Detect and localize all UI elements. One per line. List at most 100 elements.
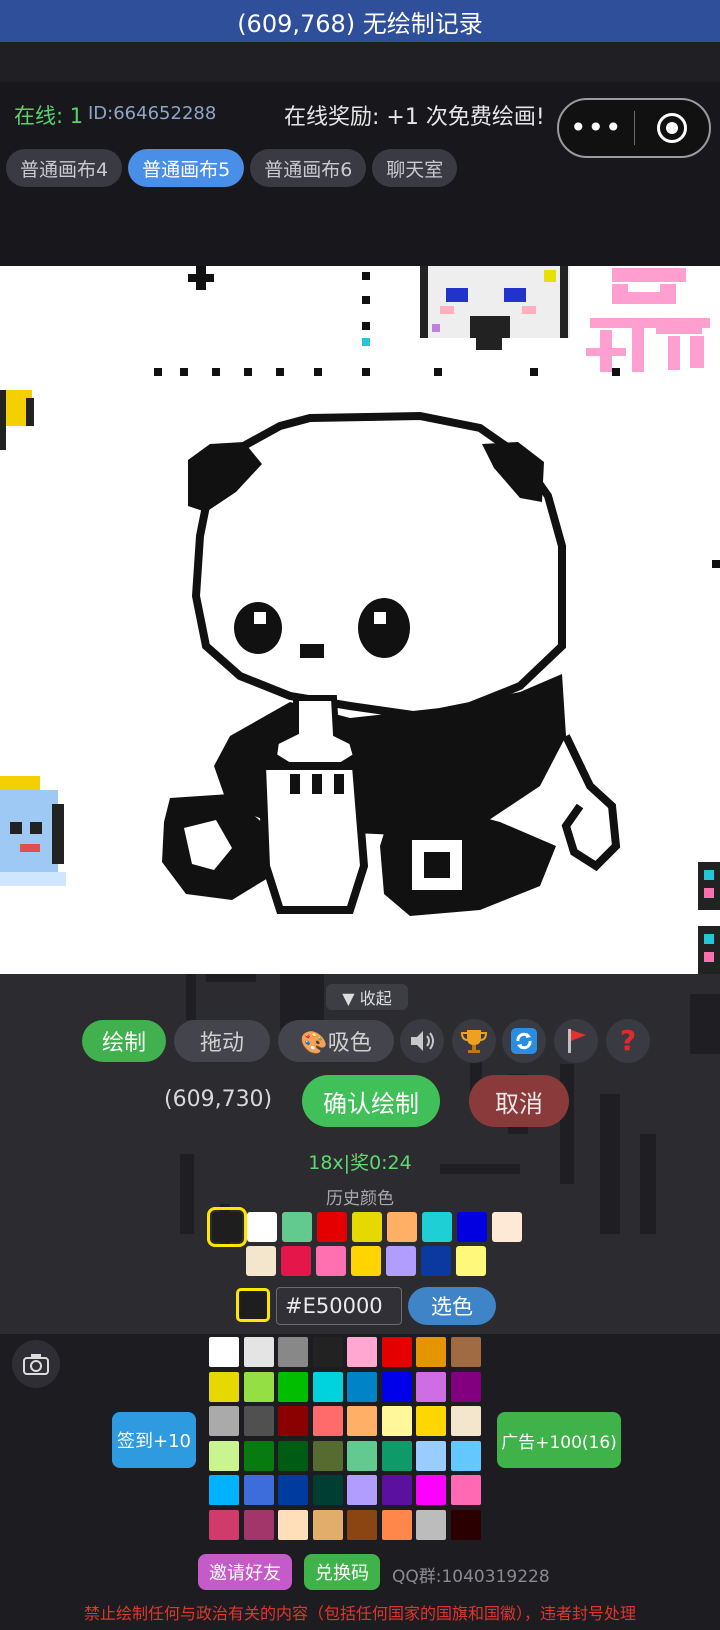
palette-color-swatch[interactable] — [347, 1509, 377, 1540]
palette-color-swatch[interactable] — [347, 1440, 377, 1471]
palette-color-swatch[interactable] — [416, 1509, 446, 1540]
palette-color-swatch[interactable] — [278, 1509, 308, 1540]
palette-color-swatch[interactable] — [312, 1371, 343, 1402]
history-color-swatch[interactable] — [207, 1207, 247, 1247]
palette-color-swatch[interactable] — [209, 1440, 239, 1471]
palette-color-swatch[interactable] — [278, 1440, 308, 1471]
miniprogram-capsule: ••• — [557, 98, 711, 158]
hex-color-input[interactable] — [276, 1287, 402, 1325]
palette-color-swatch[interactable] — [450, 1440, 481, 1471]
palette-color-swatch[interactable] — [347, 1406, 377, 1436]
palette-color-swatch[interactable] — [243, 1406, 274, 1436]
palette-color-swatch[interactable] — [312, 1337, 343, 1367]
palette-color-swatch[interactable] — [381, 1509, 412, 1540]
watch-ad-button[interactable]: 广告+100(16) — [497, 1412, 621, 1468]
palette-color-swatch[interactable] — [209, 1337, 239, 1367]
palette-color-swatch[interactable] — [416, 1337, 446, 1367]
palette-color-swatch[interactable] — [278, 1475, 308, 1505]
qq-group: QQ群:1040319228 — [392, 1567, 550, 1587]
history-color-swatch[interactable] — [246, 1246, 276, 1276]
history-color-swatch[interactable] — [421, 1246, 451, 1276]
flag-icon[interactable] — [554, 1019, 598, 1063]
redeem-code-button[interactable]: 兑换码 — [304, 1554, 380, 1590]
palette-color-swatch[interactable] — [209, 1406, 239, 1436]
tab-canvas-6[interactable]: 普通画布6 — [250, 149, 367, 187]
palette-color-swatch[interactable] — [209, 1371, 239, 1402]
policy-warning: 禁止绘制任何与政治有关的内容（包括任何国家的国旗和国徽），违者封号处理 — [83, 1604, 636, 1623]
help-icon[interactable]: ? — [606, 1019, 650, 1063]
palette-color-swatch[interactable] — [312, 1406, 343, 1436]
trophy-icon[interactable] — [452, 1019, 496, 1063]
drag-mode-button[interactable]: 拖动 — [174, 1020, 270, 1062]
palette-color-swatch[interactable] — [450, 1475, 481, 1505]
palette-color-swatch[interactable] — [243, 1440, 274, 1471]
palette-color-swatch[interactable] — [416, 1406, 446, 1436]
canvas-artwork — [0, 266, 720, 974]
blue-sprite — [0, 776, 66, 886]
user-id: ID:664652288 — [88, 103, 217, 124]
history-color-swatch[interactable] — [352, 1212, 382, 1242]
palette-color-swatch[interactable] — [209, 1509, 239, 1540]
palette-color-swatch[interactable] — [450, 1406, 481, 1436]
history-color-swatch[interactable] — [422, 1212, 452, 1242]
refresh-icon[interactable] — [502, 1019, 546, 1063]
palette-color-swatch[interactable] — [450, 1509, 481, 1540]
collapse-button[interactable]: ▼ 收起 — [326, 984, 408, 1010]
more-dots-icon[interactable]: ••• — [559, 114, 634, 142]
palette-color-swatch[interactable] — [381, 1406, 412, 1436]
history-color-swatch[interactable] — [492, 1212, 522, 1242]
confirm-draw-button[interactable]: 确认绘制 — [302, 1075, 440, 1127]
history-color-swatch[interactable] — [456, 1246, 486, 1276]
palette-color-swatch[interactable] — [347, 1371, 377, 1402]
checkin-button[interactable]: 签到+10 — [112, 1412, 196, 1468]
drawing-canvas[interactable] — [0, 266, 720, 974]
palette-color-swatch[interactable] — [209, 1475, 239, 1505]
eyedropper-button[interactable]: 🎨吸色 — [278, 1020, 394, 1062]
palette-color-swatch[interactable] — [381, 1475, 412, 1505]
palette-color-swatch[interactable] — [243, 1509, 274, 1540]
palette-color-swatch[interactable] — [312, 1475, 343, 1505]
palette-color-swatch[interactable] — [243, 1371, 274, 1402]
palette-color-swatch[interactable] — [381, 1371, 412, 1402]
current-color-swatch[interactable] — [236, 1288, 270, 1322]
palette-color-swatch[interactable] — [312, 1440, 343, 1471]
palette-color-swatch[interactable] — [347, 1475, 377, 1505]
history-color-swatch[interactable] — [387, 1212, 417, 1242]
selected-coordinate: (609,730) — [164, 1087, 273, 1112]
palette-color-swatch[interactable] — [347, 1337, 377, 1367]
history-color-swatch[interactable] — [281, 1246, 311, 1276]
palette-color-swatch[interactable] — [381, 1440, 412, 1471]
history-color-swatch[interactable] — [247, 1212, 277, 1242]
tab-chat-room[interactable]: 聊天室 — [372, 149, 458, 187]
tab-canvas-5[interactable]: 普通画布5 — [128, 149, 245, 187]
palette-color-swatch[interactable] — [278, 1337, 308, 1367]
palette-color-swatch[interactable] — [243, 1337, 274, 1367]
history-color-swatch[interactable] — [351, 1246, 381, 1276]
history-color-swatch[interactable] — [386, 1246, 416, 1276]
tab-canvas-4[interactable]: 普通画布4 — [6, 149, 123, 187]
history-color-swatch[interactable] — [317, 1212, 347, 1242]
palette-color-swatch[interactable] — [450, 1337, 481, 1367]
speaker-icon[interactable] — [400, 1019, 444, 1063]
palette-color-swatch[interactable] — [243, 1475, 274, 1505]
cancel-button[interactable]: 取消 — [469, 1075, 569, 1127]
online-count: 在线: 1 — [14, 104, 84, 128]
history-color-swatch[interactable] — [316, 1246, 346, 1276]
right-edge-sprites — [698, 862, 720, 974]
palette-color-swatch[interactable] — [312, 1509, 343, 1540]
draw-mode-button[interactable]: 绘制 — [82, 1020, 166, 1062]
palette-color-swatch[interactable] — [416, 1475, 446, 1505]
palette-color-swatch[interactable] — [450, 1371, 481, 1402]
history-color-swatch[interactable] — [457, 1212, 487, 1242]
history-colors-label: 历史颜色 — [326, 1189, 394, 1209]
palette-color-swatch[interactable] — [416, 1371, 446, 1402]
history-color-swatch[interactable] — [282, 1212, 312, 1242]
select-color-button[interactable]: 选色 — [408, 1287, 496, 1325]
palette-color-swatch[interactable] — [278, 1406, 308, 1436]
camera-icon[interactable] — [12, 1340, 60, 1388]
target-circle-icon[interactable] — [635, 113, 710, 143]
palette-color-swatch[interactable] — [278, 1371, 308, 1402]
palette-color-swatch[interactable] — [381, 1337, 412, 1367]
invite-friends-button[interactable]: 邀请好友 — [198, 1554, 292, 1590]
palette-color-swatch[interactable] — [416, 1440, 446, 1471]
